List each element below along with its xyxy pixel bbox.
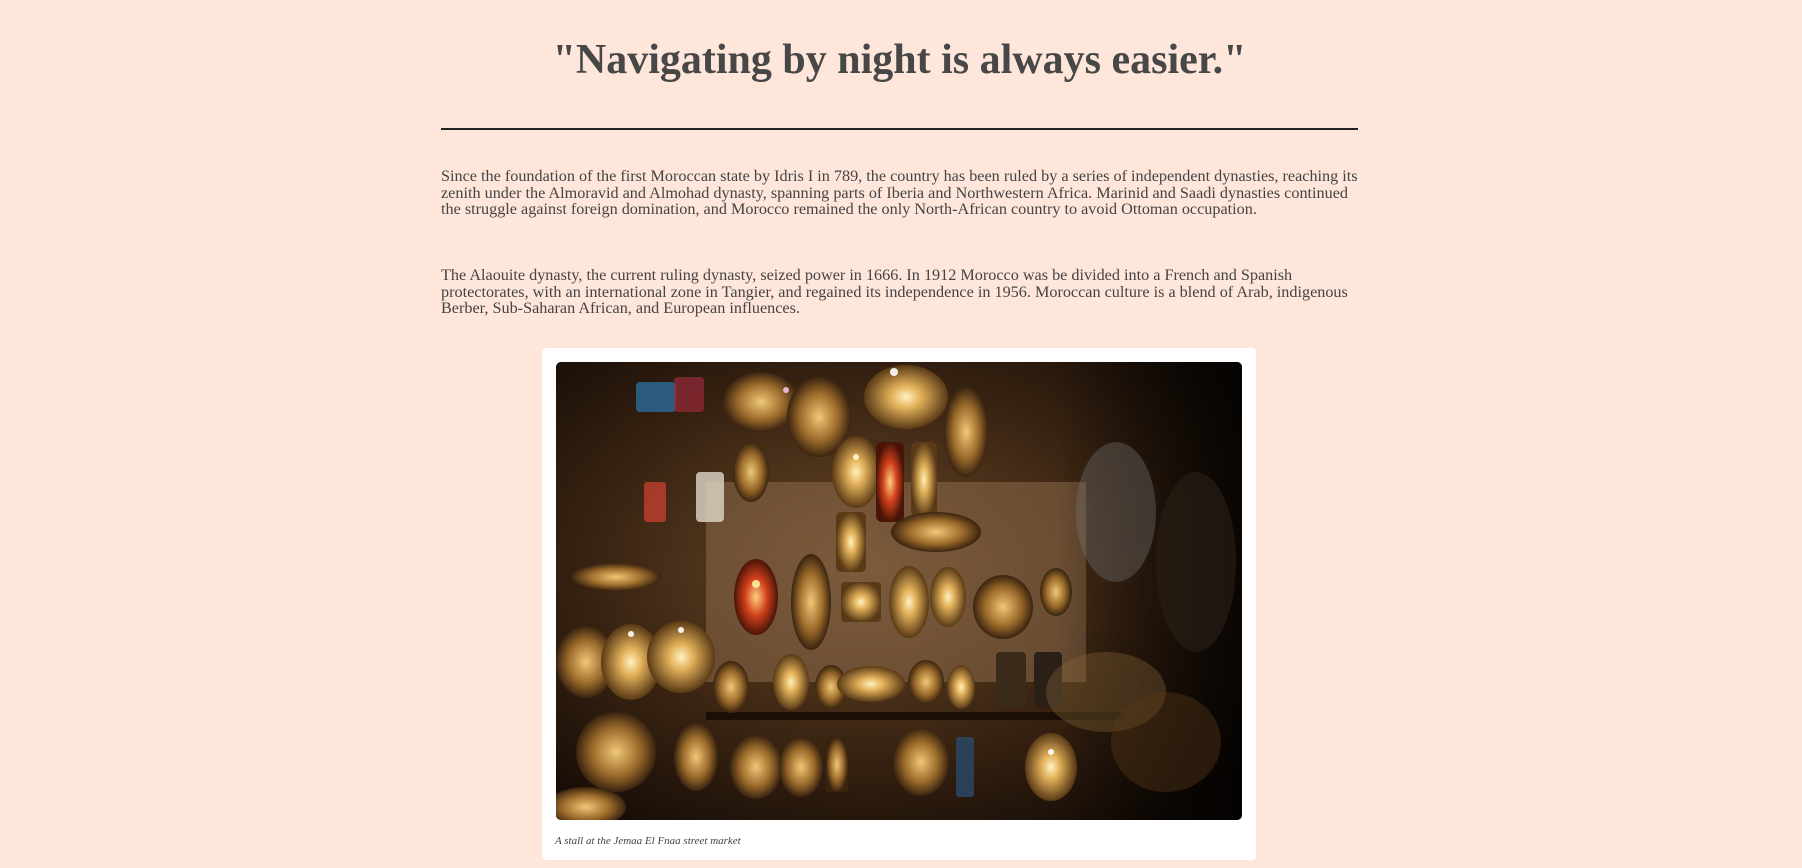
paragraph-history: Since the foundation of the first Morocc… [441, 167, 1358, 219]
divider [441, 128, 1358, 130]
figure-caption: A stall at the Jemaa El Fnaa street mark… [555, 835, 741, 847]
market-lanterns-photo [556, 362, 1242, 820]
page-title: "Navigating by night is always easier." [552, 37, 1247, 83]
paragraph-culture: The Alaouite dynasty, the current ruling… [441, 266, 1348, 318]
figure-card: A stall at the Jemaa El Fnaa street mark… [542, 348, 1256, 860]
